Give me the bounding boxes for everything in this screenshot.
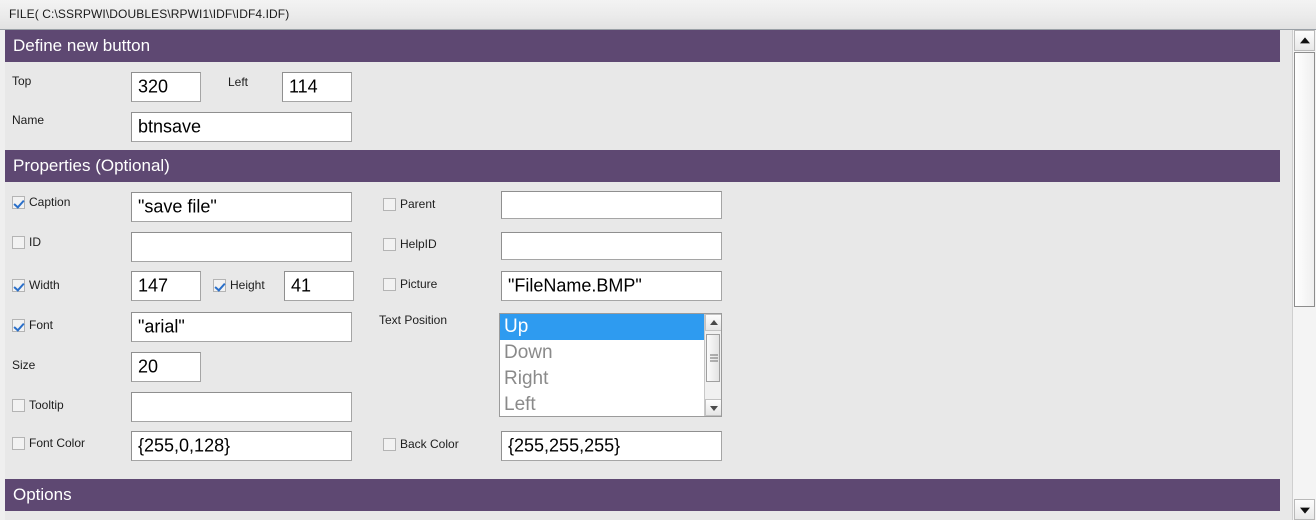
label-top: Top [12,74,32,88]
left-gutter [0,30,5,520]
checkbox-helpid[interactable] [383,238,396,251]
listbox-items: Up Down Right Left [500,314,704,416]
input-name[interactable]: btnsave [131,112,352,142]
label-tooltip: Tooltip [29,398,64,412]
scroll-down-button[interactable] [1294,499,1315,520]
input-picture[interactable]: "FileName.BMP" [501,271,722,301]
label-left: Left [228,75,249,89]
input-height[interactable]: 41 [284,271,354,301]
triangle-up-icon [1299,36,1310,43]
window-vertical-scrollbar[interactable] [1292,30,1316,520]
file-path-label: FILE( C:\SSRPWI\DOUBLES\RPWI1\IDF\IDF4.I… [9,7,290,21]
input-font-color[interactable]: {255,0,128} [131,431,352,461]
label-name: Name [12,113,45,127]
label-width: Width [29,278,60,292]
checkbox-picture[interactable] [383,278,396,291]
input-id[interactable] [131,232,352,262]
input-left[interactable]: 114 [282,72,352,102]
input-left-value: 114 [289,76,318,97]
listbox-option-down[interactable]: Down [500,340,704,366]
listbox-scrollbar[interactable] [704,314,721,416]
label-helpid: HelpID [400,237,437,251]
input-back-color[interactable]: {255,255,255} [501,431,722,461]
input-height-value: 41 [291,275,312,296]
triangle-up-icon[interactable] [705,314,721,331]
label-height: Height [230,278,265,292]
section-header-options: Options [5,479,1280,511]
triangle-down-icon[interactable] [705,399,721,416]
input-tooltip[interactable] [131,392,352,422]
checkbox-id[interactable] [12,236,25,249]
input-helpid[interactable] [501,232,722,260]
label-id: ID [29,235,41,249]
section-title-properties: Properties (Optional) [13,156,170,175]
label-picture: Picture [400,277,438,291]
checkbox-parent[interactable] [383,198,396,211]
section-header-properties: Properties (Optional) [5,150,1280,182]
section-title-options: Options [13,485,72,504]
label-back-color: Back Color [400,437,459,451]
input-picture-value: "FileName.BMP" [508,275,642,296]
label-font: Font [29,318,54,332]
input-size-value: 20 [138,356,159,377]
label-text-position: Text Position [379,313,448,327]
window-scrollbar-thumb[interactable] [1294,52,1315,307]
input-caption[interactable]: "save file" [131,192,352,222]
input-top[interactable]: 320 [131,72,201,102]
section-header-define-new-button: Define new button [5,30,1280,62]
file-path-bar: FILE( C:\SSRPWI\DOUBLES\RPWI1\IDF\IDF4.I… [0,0,1316,30]
listbox-option-up[interactable]: Up [500,314,704,340]
input-top-value: 320 [138,76,169,97]
input-parent[interactable] [501,191,722,219]
input-caption-value: "save file" [138,196,217,217]
listbox-option-left[interactable]: Left [500,392,704,416]
scroll-up-button[interactable] [1294,30,1315,51]
input-font-color-value: {255,0,128} [138,435,231,456]
listbox-scrollbar-thumb[interactable] [706,334,720,382]
checkbox-height[interactable] [213,279,226,292]
input-font[interactable]: "arial" [131,312,352,342]
triangle-down-icon [1299,507,1310,514]
checkbox-font[interactable] [12,319,25,332]
checkbox-width[interactable] [12,279,25,292]
listbox-option-right[interactable]: Right [500,366,704,392]
label-font-color: Font Color [29,436,86,450]
input-back-color-value: {255,255,255} [508,435,621,456]
input-font-value: "arial" [138,316,185,337]
checkbox-caption[interactable] [12,196,25,209]
input-width-value: 147 [138,275,169,296]
application-window: FILE( C:\SSRPWI\DOUBLES\RPWI1\IDF\IDF4.I… [0,0,1316,520]
form-content-area: Define new button Top 320 Left 114 Name … [0,30,1292,520]
checkbox-back-color[interactable] [383,438,396,451]
label-parent: Parent [400,197,436,211]
input-name-value: btnsave [138,116,202,137]
section-title-define: Define new button [13,36,151,55]
label-caption: Caption [29,195,71,209]
checkbox-tooltip[interactable] [12,399,25,412]
grip-icon [710,354,718,362]
label-size: Size [12,358,36,372]
checkbox-font-color[interactable] [12,437,25,450]
input-size[interactable]: 20 [131,352,201,382]
listbox-text-position[interactable]: Up Down Right Left [499,313,722,417]
input-width[interactable]: 147 [131,271,201,301]
